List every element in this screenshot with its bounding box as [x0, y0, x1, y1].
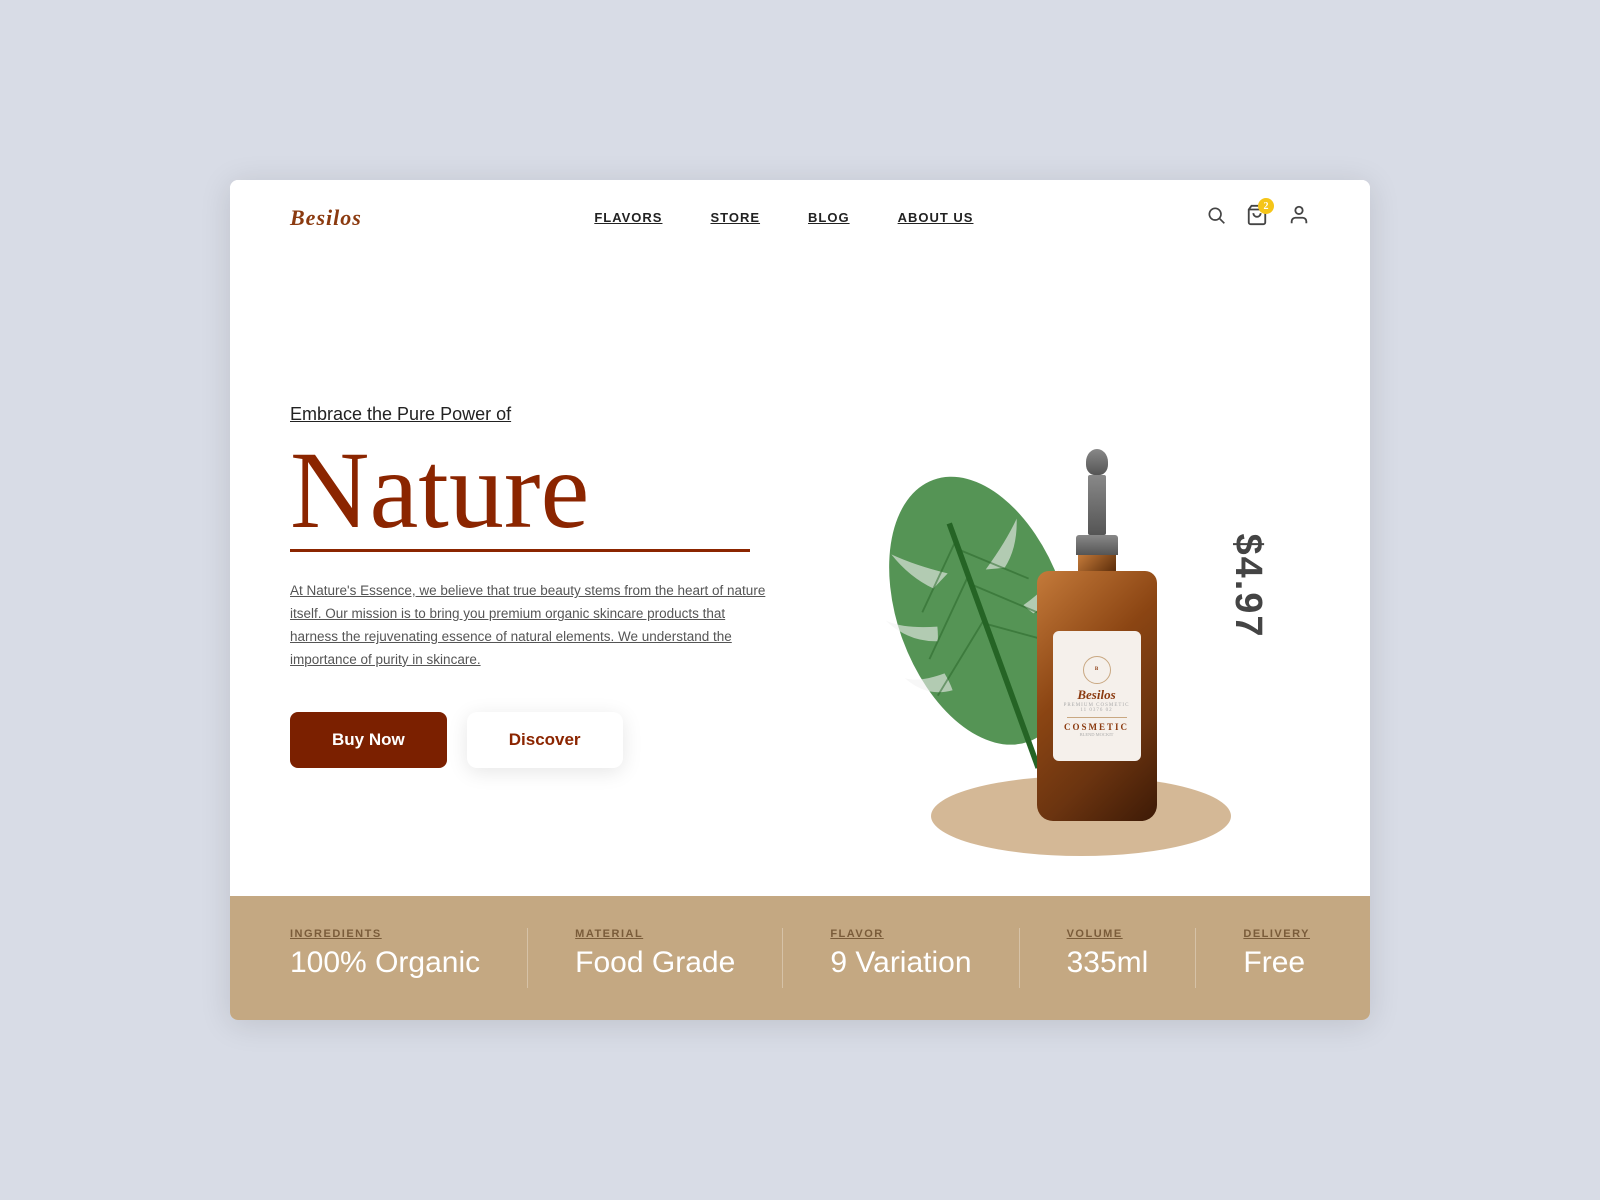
hero-title: Nature [290, 435, 811, 545]
nav-link-blog[interactable]: BLOG [808, 210, 850, 225]
brand-logo[interactable]: Besilos [290, 205, 362, 231]
bottle-dropper-tube [1088, 475, 1106, 535]
nav-link-about[interactable]: ABOUT US [898, 210, 974, 225]
navbar: Besilos FLAVORS STORE BLOG ABOUT US [230, 180, 1370, 256]
bottle-neck [1078, 555, 1116, 571]
stat-divider-2 [782, 928, 783, 988]
stat-flavor-label: FLAVOR [830, 928, 971, 940]
user-icon[interactable] [1288, 204, 1310, 232]
stat-volume-value: 335ml [1067, 946, 1149, 980]
bottle-rubber-top [1086, 449, 1108, 475]
hero-tagline: Embrace the Pure Power of [290, 404, 811, 425]
nav-links: FLAVORS STORE BLOG ABOUT US [594, 209, 973, 227]
stat-delivery: DELIVERY Free [1243, 928, 1310, 980]
stat-material-label: MATERIAL [575, 928, 735, 940]
stat-flavor: FLAVOR 9 Variation [830, 928, 971, 980]
stat-divider-1 [527, 928, 528, 988]
stat-delivery-value: Free [1243, 946, 1310, 980]
page-wrapper: Besilos FLAVORS STORE BLOG ABOUT US [230, 180, 1370, 1020]
hero-buttons: Buy Now Discover [290, 712, 811, 768]
bottle-logo-circle: B [1083, 656, 1111, 684]
nav-item-about[interactable]: ABOUT US [898, 209, 974, 227]
nav-icons: 2 [1206, 204, 1310, 232]
hero-content: Embrace the Pure Power of Nature At Natu… [290, 404, 851, 768]
bottle-label-divider [1067, 717, 1127, 718]
nav-item-flavors[interactable]: FLAVORS [594, 209, 662, 227]
stat-flavor-value: 9 Variation [830, 946, 971, 980]
stat-material-value: Food Grade [575, 946, 735, 980]
stat-divider-4 [1195, 928, 1196, 988]
nav-link-store[interactable]: STORE [710, 210, 760, 225]
stat-volume-label: VOLUME [1067, 928, 1149, 940]
bottle-cap [1076, 535, 1118, 555]
buy-now-button[interactable]: Buy Now [290, 712, 447, 768]
product-price: $4.97 [1226, 533, 1269, 638]
nav-link-flavors[interactable]: FLAVORS [594, 210, 662, 225]
search-icon[interactable] [1206, 205, 1226, 231]
stat-ingredients-label: INGREDIENTS [290, 928, 480, 940]
stat-delivery-label: DELIVERY [1243, 928, 1310, 940]
bottle-logo-letter: B [1095, 667, 1098, 672]
bottle-label: B Besilos PREMIUM COSMETIC 11 0376 02 CO… [1053, 631, 1141, 761]
bottle-label-desc: BLEND MOCKIT [1080, 732, 1114, 737]
hero-section: Embrace the Pure Power of Nature At Natu… [230, 256, 1370, 896]
nav-item-blog[interactable]: BLOG [808, 209, 850, 227]
stats-bar: INGREDIENTS 100% Organic MATERIAL Food G… [230, 896, 1370, 1020]
bottle-body: B Besilos PREMIUM COSMETIC 11 0376 02 CO… [1037, 571, 1157, 821]
cart-badge: 2 [1258, 198, 1274, 214]
stat-ingredients-value: 100% Organic [290, 946, 480, 980]
product-bottle: B Besilos PREMIUM COSMETIC 11 0376 02 CO… [1017, 449, 1177, 821]
discover-button[interactable]: Discover [467, 712, 623, 768]
cart-icon[interactable]: 2 [1246, 204, 1268, 232]
stat-divider-3 [1019, 928, 1020, 988]
nav-item-store[interactable]: STORE [710, 209, 760, 227]
bottle-label-brand-name: Besilos [1077, 687, 1115, 703]
stat-ingredients: INGREDIENTS 100% Organic [290, 928, 480, 980]
stat-volume: VOLUME 335ml [1067, 928, 1149, 980]
hero-image-area: $4.97 [851, 296, 1310, 876]
bottle-label-type: COSMETIC [1064, 722, 1129, 732]
hero-description: At Nature's Essence, we believe that tru… [290, 580, 770, 672]
bottle-label-sku: 11 0376 02 [1080, 708, 1112, 713]
stat-material: MATERIAL Food Grade [575, 928, 735, 980]
